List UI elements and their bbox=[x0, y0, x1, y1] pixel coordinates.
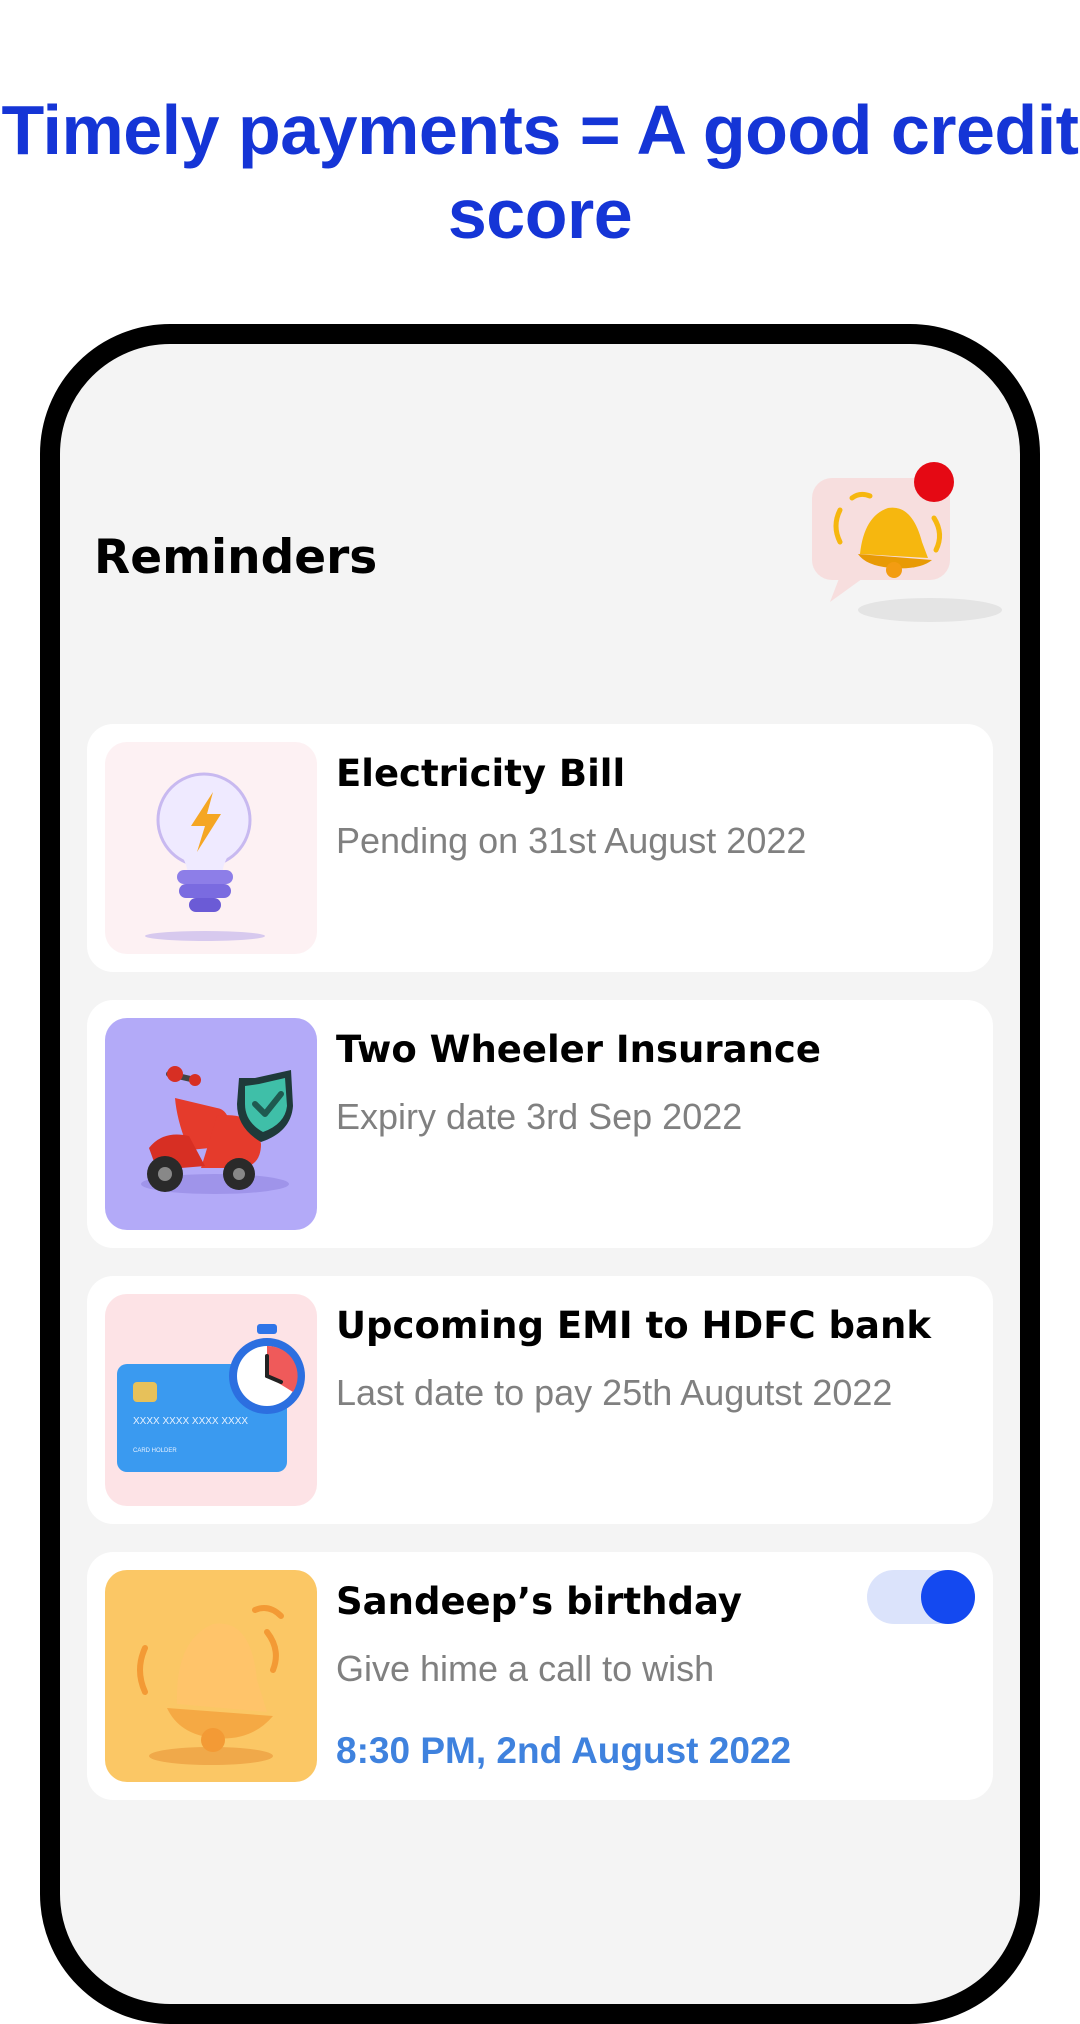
notification-bell-icon[interactable] bbox=[800, 458, 1010, 628]
reminder-toggle[interactable] bbox=[867, 1570, 975, 1624]
page-title: Reminders bbox=[94, 530, 378, 585]
toggle-knob bbox=[921, 1570, 975, 1624]
reminder-subtitle: Expiry date 3rd Sep 2022 bbox=[336, 1096, 743, 1137]
scooter-shield-icon bbox=[105, 1018, 317, 1230]
reminder-time: 8:30 PM, 2nd August 2022 bbox=[336, 1730, 792, 1771]
reminder-card-birthday[interactable]: Sandeep’s birthday Give hime a call to w… bbox=[87, 1552, 993, 1800]
reminder-subtitle: Pending on 31st August 2022 bbox=[336, 820, 807, 861]
credit-card-stopwatch-icon: XXXX XXXX XXXX XXXX CARD HOLDER bbox=[105, 1294, 317, 1506]
reminder-subtitle: Last date to pay 25th Augutst 2022 bbox=[336, 1372, 893, 1413]
reminder-card-insurance[interactable]: Two Wheeler Insurance Expiry date 3rd Se… bbox=[87, 1000, 993, 1248]
bell-icon bbox=[105, 1570, 317, 1782]
card-holder-text: CARD HOLDER bbox=[133, 1448, 177, 1454]
reminder-card-electricity[interactable]: Electricity Bill Pending on 31st August … bbox=[87, 724, 993, 972]
reminder-card-emi[interactable]: XXXX XXXX XXXX XXXX CARD HOLDER Upcoming… bbox=[87, 1276, 993, 1524]
reminder-title: Sandeep’s birthday bbox=[336, 1580, 742, 1623]
reminder-title: Electricity Bill bbox=[336, 752, 626, 795]
card-number-text: XXXX XXXX XXXX XXXX bbox=[133, 1416, 248, 1427]
reminder-subtitle: Give hime a call to wish bbox=[336, 1648, 715, 1689]
headline: Timely payments = A good credit score bbox=[1, 91, 1079, 253]
reminder-title: Two Wheeler Insurance bbox=[336, 1028, 821, 1071]
lightbulb-icon bbox=[105, 742, 317, 954]
reminder-title: Upcoming EMI to HDFC bank bbox=[336, 1304, 931, 1347]
